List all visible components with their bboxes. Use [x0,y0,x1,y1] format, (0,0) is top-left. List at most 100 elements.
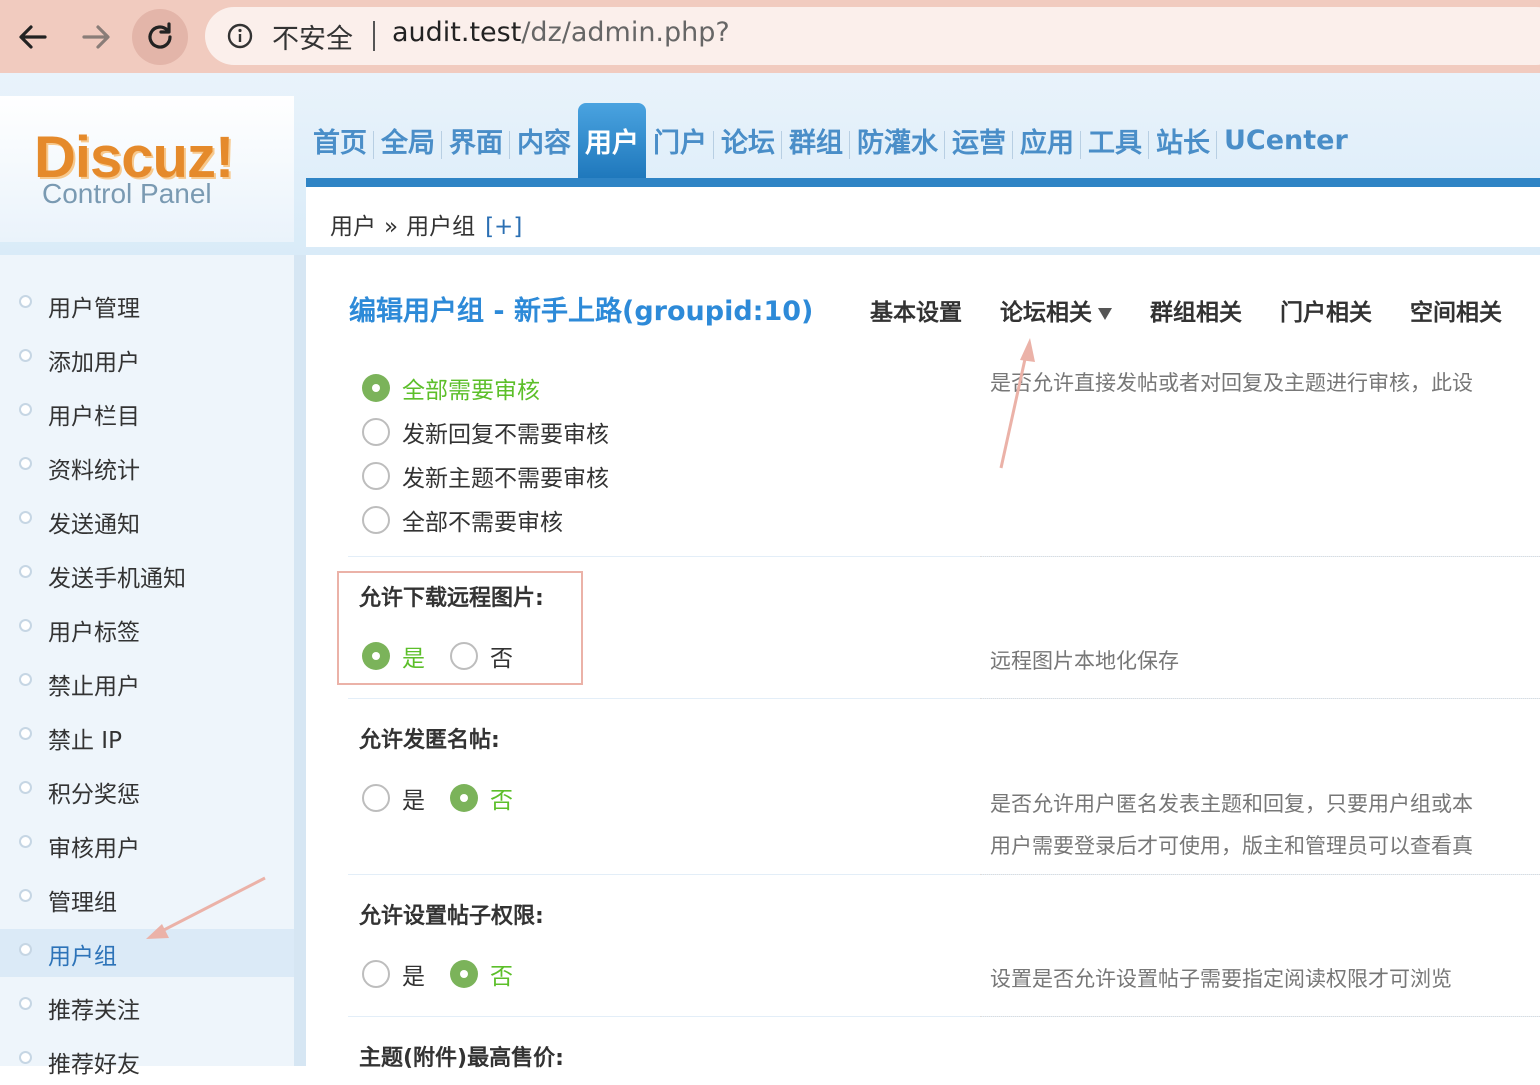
sidebar-item[interactable]: 用户栏目 [0,389,294,437]
nav-tab-ucenter[interactable]: UCenter [1217,103,1355,178]
nav-tab-interface[interactable]: 界面 [442,103,510,178]
sidebar-item[interactable]: 推荐关注 [0,983,294,1031]
nav-tab-portal[interactable]: 门户 [646,103,714,178]
nav-tab-content[interactable]: 内容 [510,103,578,178]
sidebar-item[interactable]: 发送通知 [0,497,294,545]
nav-tab-anti-spam[interactable]: 防灌水 [850,103,945,178]
audit-thread-free-label[interactable]: 发新主题不需要审核 [402,459,609,493]
url-path: /dz/admin.php? [521,17,730,48]
reload-button[interactable] [132,9,188,65]
audit-description: 是否允许直接发帖或者对回复及主题进行审核，此设 [990,371,1473,395]
breadcrumb: 用户 » 用户组 [+] [330,207,522,241]
nav-tab-webmaster[interactable]: 站长 [1149,103,1217,178]
logo[interactable]: Discuz! Control Panel [0,96,294,242]
remote-images-yes-label[interactable]: 是 [402,639,425,673]
bullet-icon [19,727,32,740]
sidebar-item-label: 推荐好友 [48,1052,140,1078]
bullet-icon [19,835,32,848]
nav-tab-home[interactable]: 首页 [306,103,374,178]
nav-tab-users[interactable]: 用户 [578,103,646,178]
nav-tab-label: 群组 [789,128,843,159]
address-bar[interactable]: 不安全 audit.test/dz/admin.php? [205,7,1540,65]
anonymous-yes-label[interactable]: 是 [402,781,425,815]
sidebar-item-label: 管理组 [48,890,117,916]
insecure-label: 不安全 [272,24,353,55]
sidebar-item[interactable]: 资料统计 [0,443,294,491]
nav-tab-label: 用户 [585,128,639,159]
add-shortcut-button[interactable]: [+] [485,214,522,240]
sidebar-item[interactable]: 用户管理 [0,281,294,329]
sidebar-item[interactable]: 推荐好友 [0,1037,294,1085]
nav-tab-label: 应用 [1020,128,1074,159]
row-divider [348,698,1540,699]
anonymous-no-radio[interactable] [450,784,478,812]
nav-tab-label: 内容 [517,128,571,159]
post-permission-no-radio[interactable] [450,960,478,988]
audit-none-radio[interactable] [362,506,390,534]
forward-button[interactable] [68,9,124,65]
audit-reply-free-label[interactable]: 发新回复不需要审核 [402,415,609,449]
audit-reply-free-radio[interactable] [362,418,390,446]
breadcrumb-current: 用户组 [406,214,476,240]
breadcrumb-separator: » [384,214,399,240]
nav-tab-label: 防灌水 [857,128,938,159]
anonymous-yes-radio[interactable] [362,784,390,812]
audit-none-label[interactable]: 全部不需要审核 [402,503,563,537]
nav-tab-operations[interactable]: 运营 [945,103,1013,178]
sidebar-item-label: 用户标签 [48,620,140,646]
sidebar-item[interactable]: 审核用户 [0,821,294,869]
bullet-icon [19,889,32,902]
post-permission-title: 允许设置帖子权限: [359,904,544,929]
nav-tab-label: 界面 [449,128,503,159]
sidebar-item-label: 积分奖惩 [48,782,140,808]
arrow-left-icon [19,25,47,49]
url-text[interactable]: audit.test/dz/admin.php? [392,17,730,48]
sidebar-item-label: 发送手机通知 [48,566,186,592]
post-permission-yes-label[interactable]: 是 [402,957,425,991]
nav-tab-groups[interactable]: 群组 [782,103,850,178]
nav-tab-label: 论坛 [721,128,775,159]
tab-forum[interactable]: 论坛相关 [1000,293,1112,327]
anonymous-description-line1: 是否允许用户匿名发表主题和回复，只要用户组或本 [990,792,1473,816]
remote-images-no-radio[interactable] [450,642,478,670]
tab-group[interactable]: 群组相关 [1150,293,1242,327]
tab-portal[interactable]: 门户相关 [1280,293,1372,327]
post-permission-no-label[interactable]: 否 [490,957,513,991]
sidebar-item[interactable]: 禁止用户 [0,659,294,707]
row-divider [348,556,1540,557]
sidebar-item[interactable]: 添加用户 [0,335,294,383]
anonymous-no-label[interactable]: 否 [490,781,513,815]
sidebar-item[interactable]: 禁止 IP [0,713,294,761]
sidebar-divider [294,255,306,1066]
nav-tab-global[interactable]: 全局 [374,103,442,178]
bullet-icon [19,1051,32,1064]
nav-tab-tools[interactable]: 工具 [1081,103,1149,178]
sidebar-item[interactable]: 管理组 [0,875,294,923]
remote-images-no-label[interactable]: 否 [490,639,513,673]
tab-space[interactable]: 空间相关 [1410,293,1502,327]
nav-tab-forum[interactable]: 论坛 [714,103,782,178]
remote-images-yes-radio[interactable] [362,642,390,670]
browser-toolbar: 不安全 audit.test/dz/admin.php? [0,0,1540,73]
info-icon[interactable] [227,23,253,49]
back-button[interactable] [5,9,61,65]
nav-tab-label: 站长 [1156,128,1210,159]
audit-all-label[interactable]: 全部需要审核 [402,371,540,405]
remote-images-title: 允许下载远程图片: [359,586,544,611]
audit-thread-free-radio[interactable] [362,462,390,490]
nav-tab-label: 工具 [1088,128,1142,159]
sidebar-item-label: 用户管理 [48,296,140,322]
tab-forum-label: 论坛相关 [1000,300,1092,326]
sidebar-item-label: 用户栏目 [48,404,140,430]
sidebar-item[interactable]: 积分奖惩 [0,767,294,815]
tab-basic-settings[interactable]: 基本设置 [870,293,962,327]
post-permission-yes-radio[interactable] [362,960,390,988]
breadcrumb-root[interactable]: 用户 [330,214,376,240]
audit-all-radio[interactable] [362,374,390,402]
nav-tab-apps[interactable]: 应用 [1013,103,1081,178]
bullet-icon [19,619,32,632]
sidebar-item[interactable]: 发送手机通知 [0,551,294,599]
sidebar-item[interactable]: 用户标签 [0,605,294,653]
anonymous-description-line2: 用户需要登录后才可使用，版主和管理员可以查看真 [990,834,1473,858]
sidebar-item[interactable]: 用户组 [0,929,294,977]
